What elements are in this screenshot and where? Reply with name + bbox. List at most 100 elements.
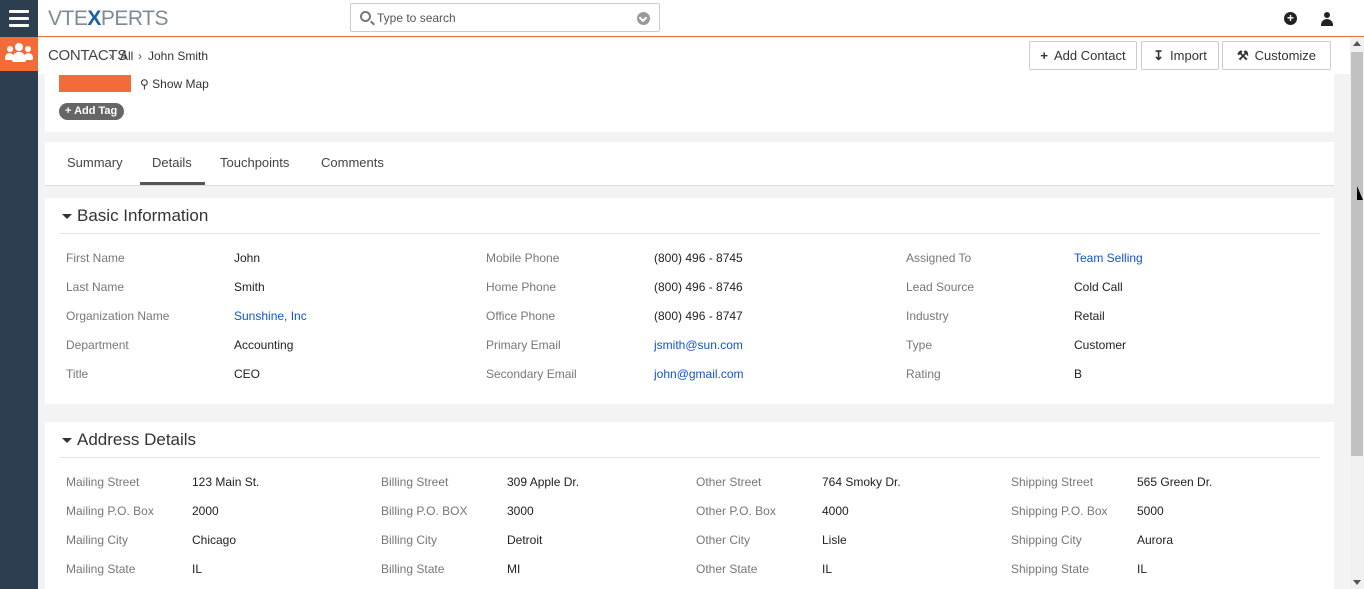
field-label: Shipping Street xyxy=(1011,475,1094,489)
import-button[interactable]: ↧ Import xyxy=(1141,41,1219,70)
tab-comments[interactable]: Comments xyxy=(321,155,384,170)
address-details-block: Address Details Mailing Street 123 Main … xyxy=(45,422,1334,589)
field-label: Assigned To xyxy=(906,251,972,265)
active-tab-indicator xyxy=(140,182,205,185)
plus-icon: + xyxy=(1040,48,1049,63)
field-label: Billing City xyxy=(381,533,438,547)
scrollbar-thumb[interactable] xyxy=(1351,52,1363,456)
field-value[interactable]: Cold Call xyxy=(1074,280,1123,294)
basic-information-block: Basic Information First Name John Last N… xyxy=(45,198,1334,404)
field-value[interactable]: Chicago xyxy=(192,533,236,547)
show-map-link[interactable]: ⚲ Show Map xyxy=(140,77,209,91)
divider xyxy=(59,457,1320,458)
add-contact-button[interactable]: + Add Contact xyxy=(1029,41,1137,70)
plus-circle-icon[interactable]: + xyxy=(1284,12,1297,25)
field-value[interactable]: 4000 xyxy=(822,504,849,518)
field-label: Other Street xyxy=(696,475,762,489)
add-tag-button[interactable]: + Add Tag xyxy=(59,103,125,120)
vtexperts-logo[interactable]: VTEXPERTS xyxy=(48,7,169,31)
breadcrumb-module[interactable]: CONTACTS xyxy=(48,47,127,64)
field-label: Type xyxy=(906,338,933,352)
chevron-right-icon: › xyxy=(138,49,142,63)
field-value[interactable]: IL xyxy=(192,562,202,576)
field-value[interactable]: B xyxy=(1074,367,1082,381)
top-navbar: VTEXPERTS + xyxy=(0,0,1364,37)
collapse-caret-icon[interactable] xyxy=(62,438,72,443)
field-label: Lead Source xyxy=(906,280,975,294)
field-value[interactable]: CEO xyxy=(234,367,260,381)
customize-button[interactable]: ⚒ Customize xyxy=(1222,41,1331,86)
field-value[interactable]: (800) 496 - 8747 xyxy=(654,309,743,323)
field-value[interactable]: Detroit xyxy=(507,533,542,547)
scroll-down-icon[interactable] xyxy=(1353,580,1361,585)
tab-touchpoints[interactable]: Touchpoints xyxy=(220,155,289,170)
search-options-icon[interactable] xyxy=(637,12,650,25)
field-label: Department xyxy=(66,338,129,352)
collapse-caret-icon[interactable] xyxy=(62,214,72,219)
record-color-bar xyxy=(59,75,131,92)
field-label: Mobile Phone xyxy=(486,251,560,265)
field-label: Secondary Email xyxy=(486,367,577,381)
block-title[interactable]: Address Details xyxy=(77,430,196,450)
breadcrumb-record: John Smith xyxy=(148,49,209,63)
field-label: Mailing Street xyxy=(66,475,140,489)
field-value[interactable]: IL xyxy=(822,562,832,576)
field-value[interactable]: 2000 xyxy=(192,504,219,518)
field-label: Other P.O. Box xyxy=(696,504,776,518)
field-value[interactable]: John xyxy=(234,251,260,265)
field-label: Last Name xyxy=(66,280,125,294)
map-marker-icon: ⚲ xyxy=(140,77,149,91)
field-value[interactable]: Smith xyxy=(234,280,265,294)
field-value[interactable]: 309 Apple Dr. xyxy=(507,475,579,489)
assigned-to-link[interactable]: Team Selling xyxy=(1074,251,1143,265)
field-label: Billing Street xyxy=(381,475,449,489)
field-value[interactable]: 5000 xyxy=(1137,504,1164,518)
primary-email-link[interactable]: jsmith@sun.com xyxy=(654,338,743,352)
field-value[interactable]: Retail xyxy=(1074,309,1105,323)
contacts-module-icon[interactable] xyxy=(0,37,38,71)
search-input[interactable] xyxy=(377,7,627,29)
breadcrumb-list[interactable]: All xyxy=(120,49,133,63)
field-label: Mailing City xyxy=(66,533,129,547)
tab-details[interactable]: Details xyxy=(152,155,192,170)
field-value[interactable]: 123 Main St. xyxy=(192,475,259,489)
left-sidebar xyxy=(0,37,38,589)
field-value[interactable]: 3000 xyxy=(507,504,534,518)
chevron-right-icon: › xyxy=(109,49,113,63)
search-icon xyxy=(360,11,371,22)
field-value[interactable]: 764 Smoky Dr. xyxy=(822,475,901,489)
field-value[interactable]: Lisle xyxy=(822,533,847,547)
menu-icon[interactable] xyxy=(0,0,38,37)
record-tabs: Summary Details Touchpoints Comments xyxy=(45,142,1334,186)
field-label: Mailing State xyxy=(66,562,136,576)
record-summary-card: ⚲ Show Map + Add Tag xyxy=(45,74,1334,132)
tab-summary[interactable]: Summary xyxy=(67,155,123,170)
field-label: Office Phone xyxy=(486,309,556,323)
field-value[interactable]: Aurora xyxy=(1137,533,1173,547)
field-value[interactable]: IL xyxy=(1137,562,1147,576)
field-label: Industry xyxy=(906,309,949,323)
field-value[interactable]: Accounting xyxy=(234,338,293,352)
field-label: Title xyxy=(66,367,89,381)
field-label: Shipping City xyxy=(1011,533,1082,547)
wrench-icon: ⚒ xyxy=(1236,48,1249,63)
field-value[interactable]: (800) 496 - 8745 xyxy=(654,251,743,265)
scroll-up-icon[interactable] xyxy=(1353,41,1361,46)
field-label: Rating xyxy=(906,367,941,381)
field-value[interactable]: Customer xyxy=(1074,338,1126,352)
secondary-email-link[interactable]: john@gmail.com xyxy=(654,367,744,381)
field-value[interactable]: MI xyxy=(507,562,520,576)
field-label: Shipping P.O. Box xyxy=(1011,504,1108,518)
module-header: CONTACTS › All › John Smith + Add Contact… xyxy=(38,38,1350,86)
divider xyxy=(59,233,1320,234)
field-value[interactable]: 565 Green Dr. xyxy=(1137,475,1212,489)
vertical-scrollbar[interactable] xyxy=(1350,38,1364,589)
organization-link[interactable]: Sunshine, Inc xyxy=(234,309,307,323)
block-title[interactable]: Basic Information xyxy=(77,206,208,226)
field-label: Other State xyxy=(696,562,758,576)
field-value[interactable]: (800) 496 - 8746 xyxy=(654,280,743,294)
field-label: Primary Email xyxy=(486,338,561,352)
download-icon: ↧ xyxy=(1153,48,1165,63)
mouse-cursor-icon xyxy=(1357,186,1363,200)
user-icon[interactable] xyxy=(1321,12,1333,26)
